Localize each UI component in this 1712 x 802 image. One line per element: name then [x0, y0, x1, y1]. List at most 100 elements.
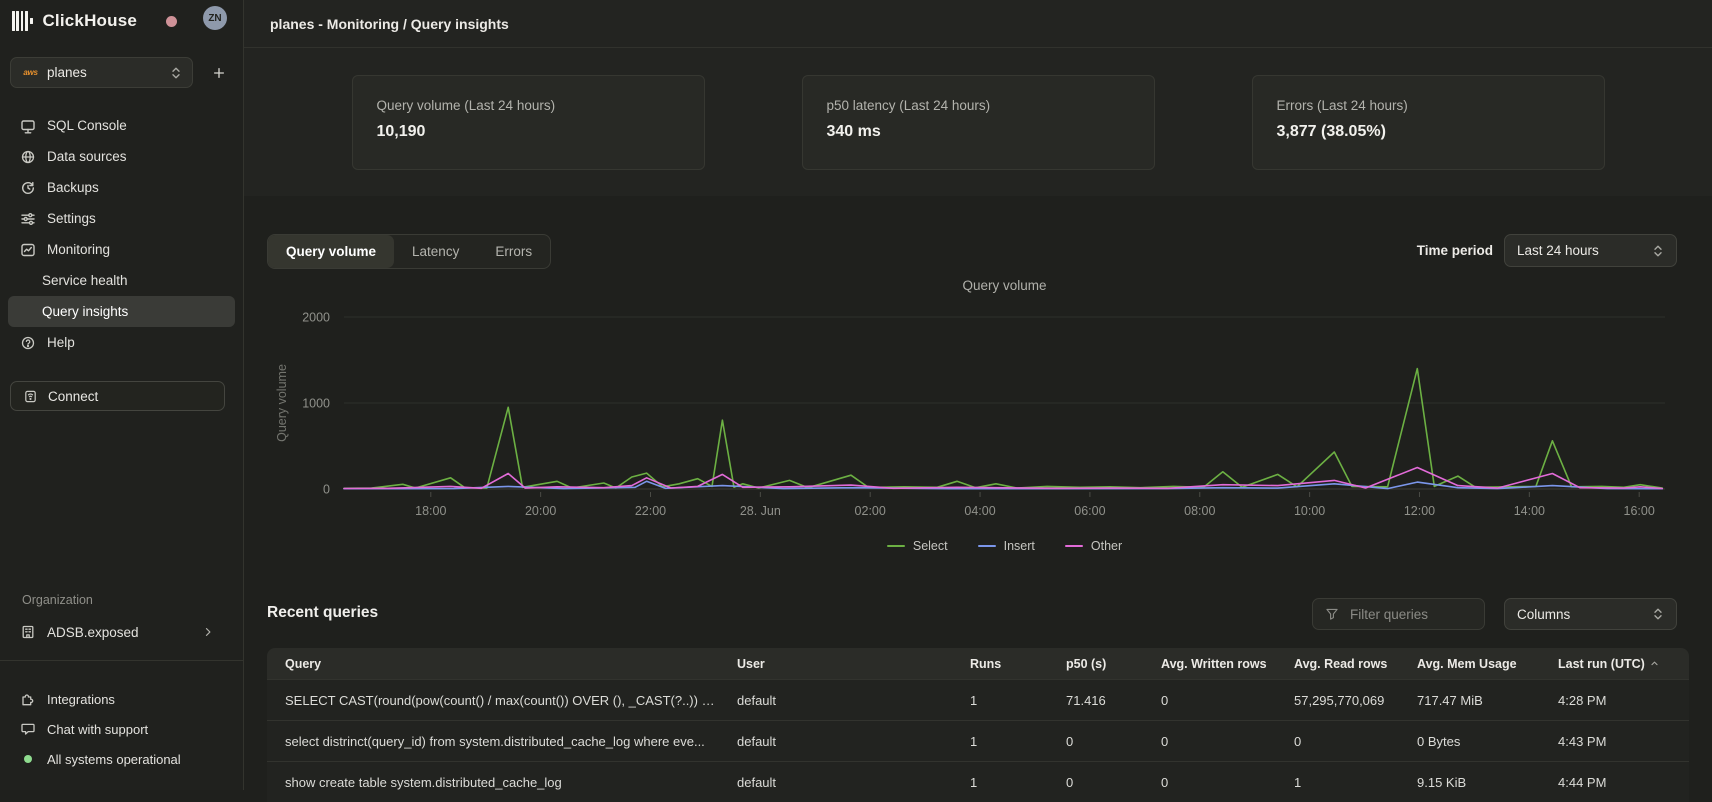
table-row[interactable]: SELECT CAST(round(pow(count() / max(coun… [267, 679, 1689, 720]
logo-row: ClickHouse ZN [12, 8, 231, 34]
time-period-value: Last 24 hours [1517, 243, 1652, 258]
tab-query-volume[interactable]: Query volume [268, 235, 394, 268]
sidebar-item-chat-support[interactable]: Chat with support [8, 714, 235, 744]
chevron-up-down-icon [1652, 244, 1664, 258]
legend-item-select[interactable]: Select [887, 539, 948, 553]
sidebar-item-backups[interactable]: Backups [8, 172, 235, 203]
sidebar-item-service-health[interactable]: Service health [8, 265, 235, 296]
column-header-runs[interactable]: Runs [952, 657, 1048, 671]
recent-queries-table: Query User Runs p50 (s) Avg. Written row… [267, 648, 1689, 802]
chevron-right-icon [199, 626, 216, 638]
svg-text:28. Jun: 28. Jun [740, 504, 781, 518]
p50-cell: 0 [1048, 775, 1143, 790]
clickhouse-logo-icon[interactable] [12, 11, 34, 31]
sidebar-item-help[interactable]: Help [8, 327, 235, 358]
time-period-label: Time period [1417, 243, 1493, 258]
sidebar-item-integrations[interactable]: Integrations [8, 684, 235, 714]
sidebar-item-data-sources[interactable]: Data sources [8, 141, 235, 172]
insert-series-swatch [978, 545, 996, 548]
connect-button[interactable]: Connect [10, 381, 225, 411]
svg-text:Query volume: Query volume [275, 364, 289, 442]
svg-text:04:00: 04:00 [964, 504, 995, 518]
tab-latency[interactable]: Latency [394, 235, 477, 268]
chart-legend: Select Insert Other [344, 536, 1665, 556]
svg-text:06:00: 06:00 [1074, 504, 1105, 518]
chart-title: Query volume [344, 278, 1665, 293]
time-period-select[interactable]: Last 24 hours [1504, 234, 1677, 267]
avg-read-cell: 57,295,770,069 [1276, 693, 1399, 708]
sidebar-item-system-status[interactable]: All systems operational [8, 744, 235, 774]
svg-text:16:00: 16:00 [1624, 504, 1655, 518]
sidebar: ClickHouse ZN aws planes SQL Console Dat… [0, 0, 244, 790]
svg-text:02:00: 02:00 [855, 504, 886, 518]
table-row[interactable]: select distrinct(query_id) from system.d… [267, 720, 1689, 761]
sidebar-footer: Integrations Chat with support All syste… [8, 684, 235, 774]
sidebar-item-label: Integrations [47, 692, 115, 707]
table-row[interactable]: show create table system.distributed_cac… [267, 761, 1689, 802]
sidebar-item-query-insights[interactable]: Query insights [8, 296, 235, 327]
stat-label: Errors (Last 24 hours) [1277, 98, 1580, 113]
settings-sliders-icon [19, 211, 36, 227]
service-selector-value: planes [47, 65, 170, 80]
p50-cell: 0 [1048, 734, 1143, 749]
status-ok-dot [19, 755, 36, 763]
runs-cell: 1 [952, 734, 1048, 749]
last-run-cell: 4:43 PM [1540, 734, 1689, 749]
organization-switcher[interactable]: ADSB.exposed [8, 616, 235, 648]
sidebar-item-settings[interactable]: Settings [8, 203, 235, 234]
stats-band: Query volume (Last 24 hours) 10,190 p50 … [244, 48, 1712, 197]
chart-tabs: Query volume Latency Errors [267, 234, 551, 269]
stat-value: 340 ms [827, 123, 1130, 141]
columns-select[interactable]: Columns [1504, 598, 1677, 630]
sidebar-item-label: Settings [47, 211, 96, 226]
sidebar-item-label: Monitoring [47, 242, 110, 257]
last-run-cell: 4:28 PM [1540, 693, 1689, 708]
query-cell: select distrinct(query_id) from system.d… [267, 734, 719, 749]
add-service-button[interactable] [206, 61, 232, 85]
column-header-avg-read[interactable]: Avg. Read rows [1276, 657, 1399, 671]
sidebar-item-monitoring[interactable]: Monitoring [8, 234, 235, 265]
service-selector[interactable]: aws planes [10, 57, 193, 88]
content-area: Query volume Latency Errors Time period … [244, 196, 1712, 790]
avg-written-cell: 0 [1143, 693, 1276, 708]
organization-name: ADSB.exposed [47, 625, 139, 640]
main-area: planes - Monitoring / Query insights Que… [244, 0, 1712, 790]
avatar[interactable]: ZN [203, 6, 227, 30]
runs-cell: 1 [952, 693, 1048, 708]
avg-mem-cell: 0 Bytes [1399, 734, 1540, 749]
svg-text:10:00: 10:00 [1294, 504, 1325, 518]
column-header-avg-mem[interactable]: Avg. Mem Usage [1399, 657, 1540, 671]
sidebar-item-label: Help [47, 335, 75, 350]
p50-cell: 71.416 [1048, 693, 1143, 708]
connect-icon [23, 389, 38, 404]
sql-console-icon [19, 118, 36, 134]
stat-label: p50 latency (Last 24 hours) [827, 98, 1130, 113]
sidebar-item-label: Service health [42, 273, 128, 288]
filter-queries-box [1312, 598, 1485, 630]
backups-icon [19, 180, 36, 196]
sidebar-divider [0, 660, 243, 661]
stat-label: Query volume (Last 24 hours) [377, 98, 680, 113]
notification-dot[interactable] [166, 16, 177, 27]
building-icon [19, 624, 36, 640]
filter-queries-input[interactable] [1348, 606, 1462, 623]
avg-mem-cell: 717.47 MiB [1399, 693, 1540, 708]
column-header-user[interactable]: User [719, 657, 952, 671]
stat-card-p50-latency: p50 latency (Last 24 hours) 340 ms [802, 75, 1155, 170]
avg-written-cell: 0 [1143, 734, 1276, 749]
column-header-avg-written[interactable]: Avg. Written rows [1143, 657, 1276, 671]
avg-mem-cell: 9.15 KiB [1399, 775, 1540, 790]
svg-text:22:00: 22:00 [635, 504, 666, 518]
column-header-p50[interactable]: p50 (s) [1048, 657, 1143, 671]
sidebar-item-sql-console[interactable]: SQL Console [8, 110, 235, 141]
column-header-query[interactable]: Query [267, 657, 719, 671]
chevron-up-down-icon [170, 66, 182, 80]
sidebar-item-label: Chat with support [47, 722, 148, 737]
legend-item-insert[interactable]: Insert [978, 539, 1035, 553]
stat-card-errors: Errors (Last 24 hours) 3,877 (38.05%) [1252, 75, 1605, 170]
tab-errors[interactable]: Errors [477, 235, 550, 268]
column-header-last-run[interactable]: Last run (UTC) [1540, 657, 1689, 671]
avg-written-cell: 0 [1143, 775, 1276, 790]
legend-item-other[interactable]: Other [1065, 539, 1122, 553]
monitoring-icon [19, 242, 36, 258]
